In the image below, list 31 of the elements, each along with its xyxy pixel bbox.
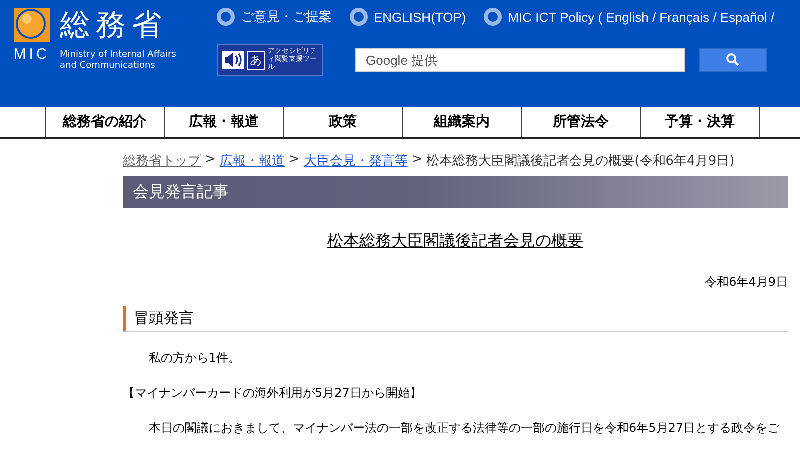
article-date: 令和6年4月9日: [704, 274, 788, 291]
sphere-logo-icon: [14, 8, 50, 42]
search-button[interactable]: [699, 48, 767, 72]
header-link[interactable]: ENGLISH(TOP): [350, 8, 466, 26]
search-icon: [726, 53, 740, 67]
header-link[interactable]: MIC ICT Policy ( English / Français / Español /: [484, 8, 775, 26]
paragraph: 【マイナンバーカードの海外利用が5月27日から開始】: [123, 385, 423, 402]
paragraph: 本日の閣議におきまして、マイナンバー法の一部を改正する法律等の一部の施行日を令和6年5月27日とする政令をご: [148, 420, 781, 437]
header-link[interactable]: ご意見・ご提案: [217, 8, 332, 26]
breadcrumb-link[interactable]: 広報・報道: [220, 152, 285, 170]
nav-tab[interactable]: 所管法令: [521, 107, 640, 137]
section-heading: 冒頭発言: [123, 306, 788, 332]
breadcrumb-link[interactable]: 総務省トップ: [123, 152, 201, 170]
breadcrumb-separator: >: [288, 152, 300, 169]
ministry-name-english: Ministry of Internal Affairs and Communications: [60, 50, 178, 72]
breadcrumb-link[interactable]: 大臣会見・発言等: [304, 152, 408, 170]
speaker-icon: [222, 51, 244, 69]
breadcrumb-current: 松本総務大臣閣議後記者会見の概要(令和6年4月9日): [426, 153, 735, 170]
breadcrumb-separator: >: [205, 152, 216, 169]
nav-tab[interactable]: 広報・報道: [164, 107, 283, 137]
nav-tab[interactable]: 総務省の紹介: [45, 107, 164, 137]
paragraph: 私の方から1件。: [148, 350, 242, 367]
article-title: 松本総務大臣閣議後記者会見の概要: [326, 231, 584, 252]
nav-tab[interactable]: 政策: [283, 107, 402, 137]
nav-tab[interactable]: 予算・決算: [640, 107, 759, 137]
nav-tab[interactable]: 組織案内: [402, 107, 521, 137]
breadcrumb-separator: >: [412, 152, 423, 169]
ministry-name: 総務省: [60, 8, 169, 44]
logo-text: MIC: [14, 46, 50, 63]
search-field[interactable]: Google 提供: [355, 48, 685, 72]
section-banner: 会見発言記事: [123, 176, 788, 208]
